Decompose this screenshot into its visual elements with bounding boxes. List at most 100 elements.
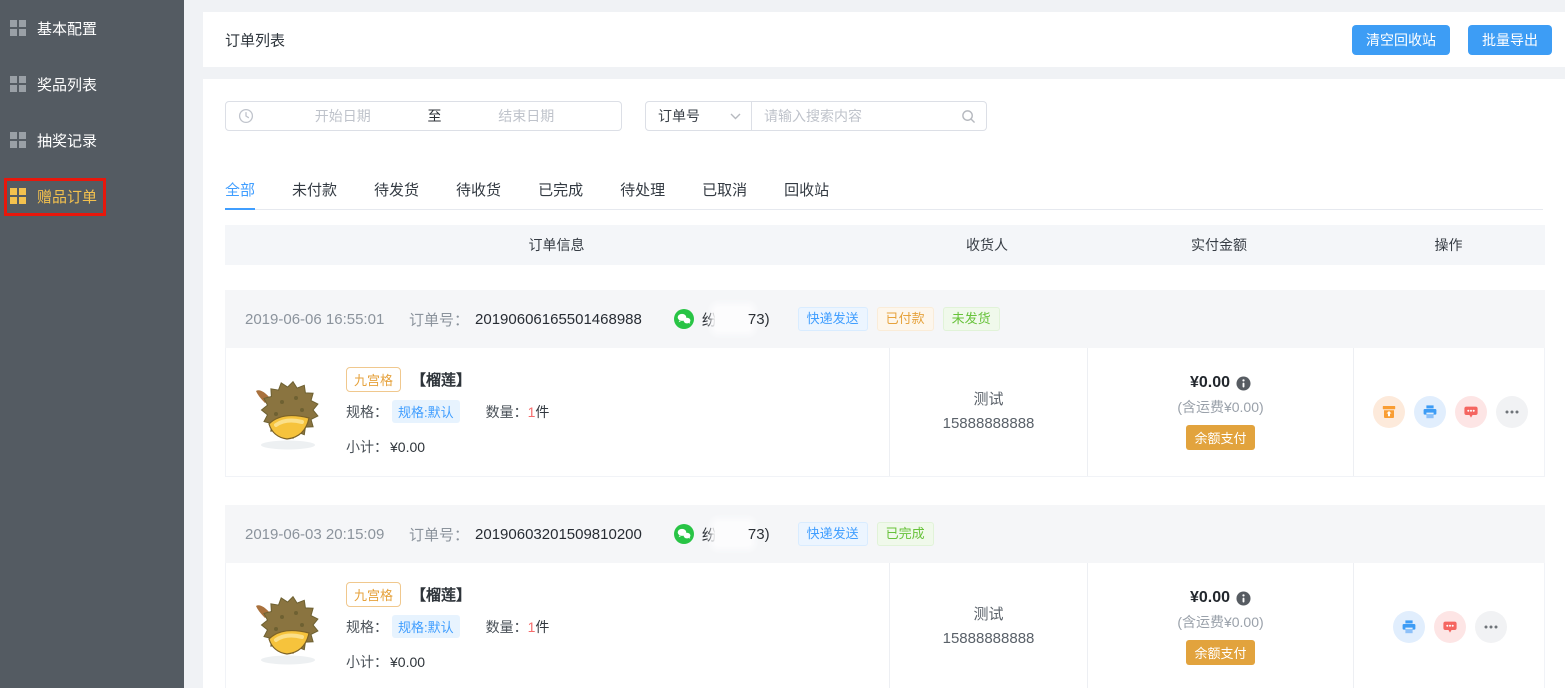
product-info: 九宫格【榴莲】规格：规格:默认数量：1件小计：¥0.00 [346,367,549,457]
sidebar-item[interactable]: 奖品列表 [0,56,184,112]
payment-cell: ¥0.00 (含运费¥0.00) 余额支付 [1087,348,1353,476]
order-no-label: 订单号： [409,524,469,545]
chevron-down-icon [730,113,741,120]
order-number: 20190606165501468988 [475,311,642,328]
spec-tag: 规格:默认 [392,615,460,638]
clear-recycle-button[interactable]: 清空回收站 [1352,25,1450,55]
page-title: 订单列表 [225,29,285,50]
tab-item[interactable]: 回收站 [784,175,829,209]
receiver-phone: 15888888888 [943,412,1035,436]
search-group: 订单号 [645,101,987,131]
product-spec-line: 规格：规格:默认 数量：1件 [346,615,549,638]
column-header: 订单信息 [225,235,888,255]
tab-item[interactable]: 待发货 [374,175,419,209]
product-title-line: 九宫格【榴莲】 [346,582,549,607]
tab-item[interactable]: 已完成 [538,175,583,209]
filter-row: 开始日期 至 结束日期 订单号 [225,101,987,131]
order-block: 2019-06-03 20:15:09 订单号： 20190603201509810… [225,505,1545,688]
quantity-unit: 件 [535,402,549,422]
date-start-placeholder: 开始日期 [260,106,426,126]
actions-cell [1353,348,1546,476]
order-time: 2019-06-03 20:15:09 [245,526,393,543]
payment-cell: ¥0.00(含运费¥0.00)余额支付 [1087,563,1353,688]
search-input[interactable] [764,108,961,124]
quantity-label: 数量： [486,617,528,637]
info-icon[interactable] [1236,591,1251,606]
action-message-button[interactable] [1434,611,1466,643]
tab-item[interactable]: 待处理 [620,175,665,209]
action-print-button[interactable] [1414,396,1446,428]
sidebar-item-label: 奖品列表 [37,74,97,95]
product-name: 【榴莲】 [411,584,471,605]
order-number: 20190603201509810200 [475,526,642,543]
spec-label: 规格： [346,617,388,637]
date-range-picker[interactable]: 开始日期 至 结束日期 [225,101,622,131]
receiver-cell: 测试15888888888 [889,563,1087,688]
batch-export-button[interactable]: 批量导出 [1468,25,1552,55]
action-ship-button[interactable] [1373,396,1405,428]
tab-item[interactable]: 未付款 [292,175,337,209]
paid-amount-row: ¥0.00 [1190,589,1251,607]
column-header: 操作 [1352,235,1545,255]
receiver-phone: 15888888888 [943,627,1035,651]
column-header: 收货人 [888,235,1086,255]
grid-icon [10,20,26,36]
buyer-name-suffix: 73) [748,311,770,328]
order-header: 2019-06-03 20:15:09 订单号： 20190603201509810… [225,505,1545,563]
grid-icon [10,76,26,92]
action-more-button[interactable] [1496,396,1528,428]
order-body: 九宫格【榴莲】规格：规格:默认 数量：1件小计： ¥0.00 测试1588888888… [225,563,1545,688]
date-end-placeholder: 结束日期 [444,106,610,126]
sidebar-item[interactable]: 基本配置 [0,0,184,56]
order-body: 九宫格【榴莲】规格：规格:默认数量：1件小计：¥0.00测试1588888888… [225,348,1545,477]
tab-item[interactable]: 已取消 [702,175,747,209]
spec-tag: 规格:默认 [392,400,460,423]
paid-amount-row: ¥0.00 [1190,374,1251,392]
quantity-unit: 件 [535,617,549,637]
sidebar-item-label: 抽奖记录 [37,130,97,151]
tab-item[interactable]: 待收货 [456,175,501,209]
grid-icon [10,188,26,204]
quantity-value: 1 [528,619,536,635]
status-tag: 已完成 [877,522,934,546]
sidebar-item[interactable]: 抽奖记录 [0,112,184,168]
product-badge: 九宫格 [346,367,401,392]
sidebar-item[interactable]: 赠品订单 [0,168,184,224]
order-header: 2019-06-06 16:55:01订单号：20190606165501468… [225,290,1545,348]
sidebar-item-label: 赠品订单 [37,186,97,207]
payment-method-tag: 余额支付 [1186,425,1254,450]
wechat-icon [674,309,694,329]
order-block: 2019-06-06 16:55:01订单号：20190606165501468… [225,290,1545,477]
action-message-button[interactable] [1455,396,1487,428]
buyer-name-blur [715,307,751,331]
paid-amount: ¥0.00 [1190,589,1230,607]
status-tabs: 全部 未付款 待发货 待收货 已完成 待处理 已取消 回收站 [225,175,1543,210]
action-more-button[interactable] [1475,611,1507,643]
buyer-name-suffix: 73) [748,526,770,543]
product-title-line: 九宫格【榴莲】 [346,367,549,392]
search-icon[interactable] [961,109,976,124]
receiver-name: 测试 [973,388,1003,412]
receiver-name: 测试 [973,603,1003,627]
sidebar: 基本配置奖品列表抽奖记录赠品订单 [0,0,184,688]
product-image-durian [246,587,326,667]
sidebar-item-label: 基本配置 [37,18,97,39]
product-info: 九宫格【榴莲】规格：规格:默认数量：1件小计：¥0.00 [346,582,549,672]
product-image-durian [246,372,326,452]
status-tag: 未发货 [943,307,1000,331]
search-type-select[interactable]: 订单号 [645,101,752,131]
product-badge: 九宫格 [346,582,401,607]
subtotal-label: 小计： [346,652,388,672]
order-time: 2019-06-06 16:55:01 [245,311,393,328]
status-tags: 快递发送已付款未发货 [798,307,1000,331]
subtotal-label: 小计： [346,437,388,457]
payment-method-tag: 余额支付 [1186,640,1254,665]
quantity-label: 数量： [486,402,528,422]
status-tag: 已付款 [877,307,934,331]
action-print-button[interactable] [1393,611,1425,643]
status-tag: 快递发送 [798,307,868,331]
tab-active[interactable]: 全部 [225,175,255,209]
freight-note: (含运费¥0.00) [1177,397,1263,417]
info-icon[interactable] [1236,376,1251,391]
product-spec-line: 规格：规格:默认数量：1件 [346,400,549,423]
